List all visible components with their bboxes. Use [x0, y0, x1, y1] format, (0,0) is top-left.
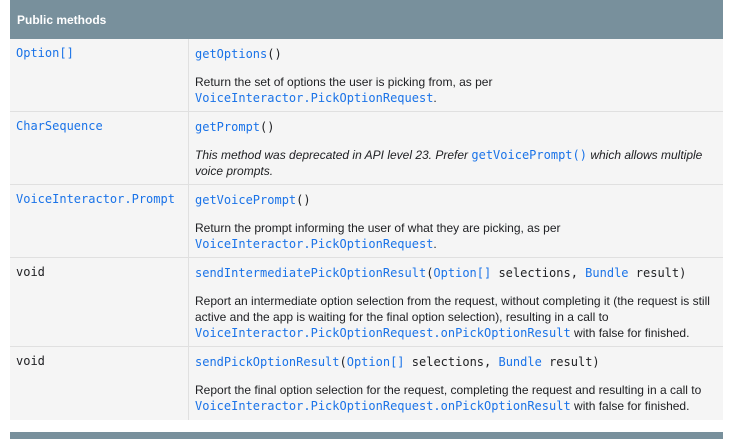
description-text: Report the final option selection for th… [195, 383, 702, 397]
method-signature: getOptions() [195, 46, 717, 62]
table-row: CharSequence getPrompt() This method was… [10, 112, 723, 185]
method-cell: sendIntermediatePickOptionResult(Option[… [189, 258, 723, 346]
description-suffix: . [433, 237, 437, 251]
method-link[interactable]: getOptions [195, 47, 267, 61]
next-section-header [10, 432, 723, 439]
return-type-cell: CharSequence [10, 112, 189, 184]
method-link[interactable]: sendPickOptionResult [195, 355, 340, 369]
method-description: Return the set of options the user is pi… [195, 74, 717, 106]
description-link[interactable]: VoiceInteractor.PickOptionRequest [195, 91, 433, 105]
method-params: () [267, 47, 282, 61]
description-suffix: with false for finished. [574, 326, 690, 340]
description-text: Return the set of options the user is pi… [195, 75, 493, 89]
param-type-link[interactable]: Option[] [433, 266, 491, 280]
method-cell: getVoicePrompt() Return the prompt infor… [189, 185, 723, 257]
table-row: VoiceInteractor.Prompt getVoicePrompt() … [10, 185, 723, 258]
deprecation-text: This method was deprecated in API level … [195, 148, 469, 162]
table-title: Public methods [17, 12, 107, 27]
description-link[interactable]: VoiceInteractor.PickOptionRequest.onPick… [195, 399, 571, 413]
method-signature: getVoicePrompt() [195, 192, 717, 208]
return-type-link[interactable]: VoiceInteractor.Prompt [16, 192, 175, 206]
method-link[interactable]: sendIntermediatePickOptionResult [195, 266, 426, 280]
public-methods-table: Public methods Option[] getOptions() Ret… [10, 0, 723, 420]
table-row: void sendPickOptionResult(Option[] selec… [10, 347, 723, 420]
description-suffix: with false for finished. [574, 399, 690, 413]
method-description: Report an intermediate option selection … [195, 293, 717, 341]
method-link[interactable]: getVoicePrompt [195, 193, 296, 207]
return-type-link[interactable]: CharSequence [16, 119, 103, 133]
method-description: Return the prompt informing the user of … [195, 220, 717, 252]
table-row: void sendIntermediatePickOptionResult(Op… [10, 258, 723, 347]
method-signature: sendIntermediatePickOptionResult(Option[… [195, 266, 687, 280]
description-link[interactable]: getVoicePrompt() [471, 148, 587, 162]
param-name: selections, [498, 266, 578, 280]
method-cell: getOptions() Return the set of options t… [189, 39, 723, 111]
return-type-cell: void [10, 258, 189, 346]
return-type-cell: void [10, 347, 189, 420]
method-signature: sendPickOptionResult(Option[] selections… [195, 355, 600, 369]
method-cell: sendPickOptionResult(Option[] selections… [189, 347, 723, 420]
description-link[interactable]: VoiceInteractor.PickOptionRequest [195, 237, 433, 251]
method-description: This method was deprecated in API level … [195, 147, 717, 179]
description-suffix: . [433, 91, 437, 105]
return-type-cell: Option[] [10, 39, 189, 111]
method-params: () [296, 193, 311, 207]
table-header: Public methods [10, 0, 723, 39]
method-description: Report the final option selection for th… [195, 382, 717, 414]
param-name: selections, [411, 355, 492, 369]
description-text: Report an intermediate option selection … [195, 294, 710, 324]
return-type-cell: VoiceInteractor.Prompt [10, 185, 189, 257]
param-type-link[interactable]: Bundle [585, 266, 628, 280]
return-type-text: void [16, 265, 45, 279]
return-type-text: void [16, 354, 45, 368]
param-name: result) [549, 355, 600, 369]
param-type-link[interactable]: Bundle [498, 355, 541, 369]
param-type-link[interactable]: Option[] [347, 355, 405, 369]
method-cell: getPrompt() This method was deprecated i… [189, 112, 723, 184]
method-signature: getPrompt() [195, 119, 717, 135]
method-link[interactable]: getPrompt [195, 120, 260, 134]
table-row: Option[] getOptions() Return the set of … [10, 39, 723, 112]
method-params: () [260, 120, 275, 134]
param-name: result) [635, 266, 687, 280]
description-text: Return the prompt informing the user of … [195, 221, 561, 235]
return-type-link[interactable]: Option[] [16, 46, 74, 60]
description-link[interactable]: VoiceInteractor.PickOptionRequest.onPick… [195, 326, 571, 340]
